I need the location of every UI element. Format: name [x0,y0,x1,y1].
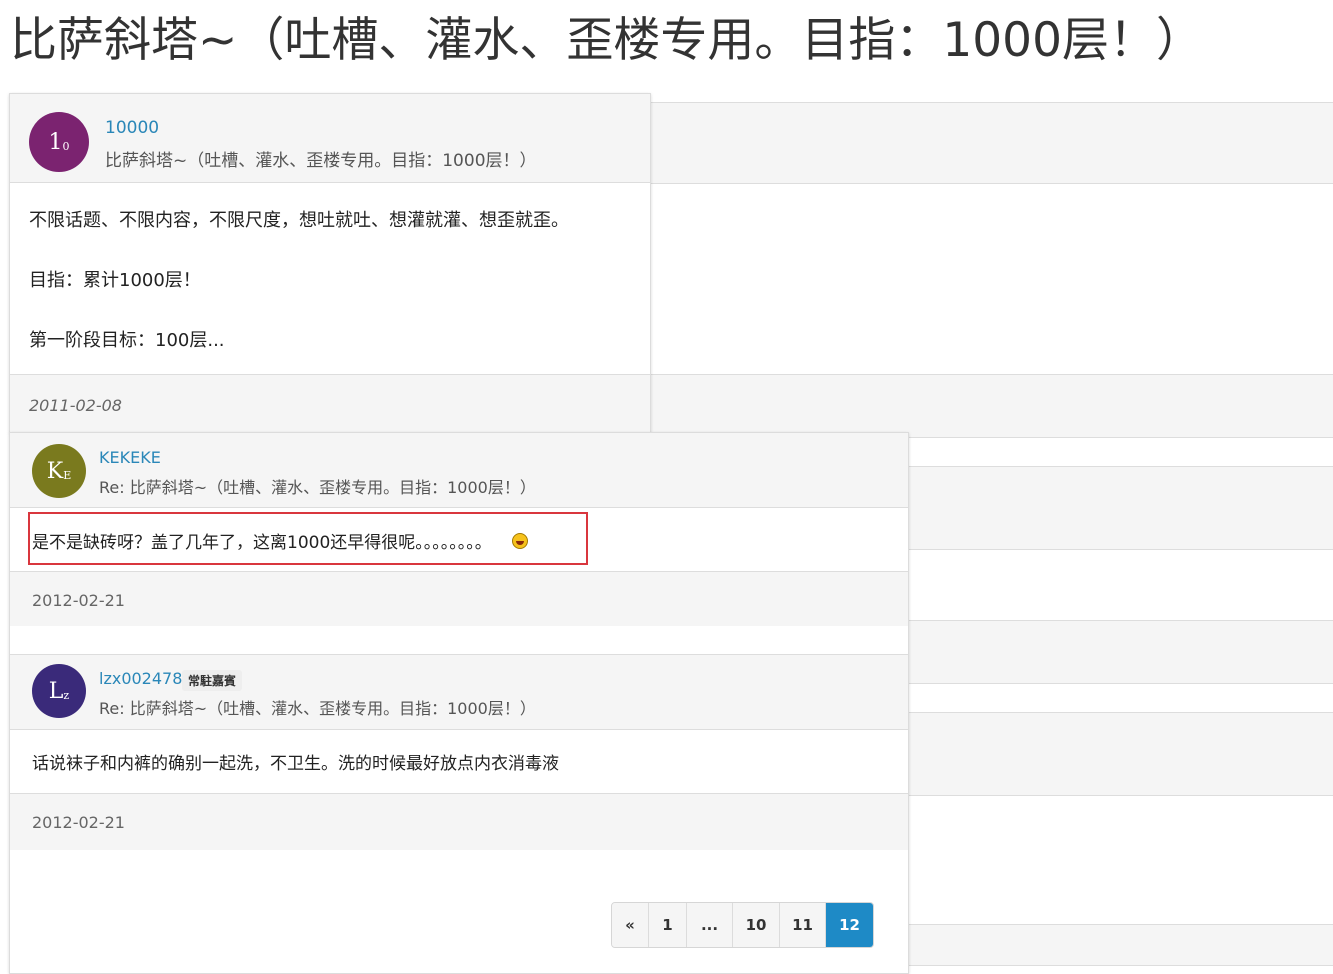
username-link[interactable]: KEKEKE [99,448,161,467]
pagination-page-11[interactable]: 11 [780,903,826,947]
avatar-initials: KE [46,458,72,484]
post-date: 2011-02-08 [29,396,122,415]
post-body-line: 不限话题、不限内容，不限尺度，想吐就吐、想灌就灌、想歪就歪。 [29,210,569,231]
post-body-line: 目指：累计1000层！ [29,270,201,291]
avatar[interactable]: Lz [32,664,86,718]
laughing-emoji-icon [512,533,528,549]
username-link[interactable]: 10000 [105,118,159,138]
background-panel-band [648,374,1333,438]
post-footer: 2012-02-21 [10,793,908,850]
post-card-reply: Lz lzx002478 常駐嘉賓 Re: 比萨斜塔~（吐槽、灌水、歪楼专用。目… [10,654,908,850]
post-subject: Re: 比萨斜塔~（吐槽、灌水、歪楼专用。目指：1000层！） [99,478,536,497]
post-body: 话说袜子和内裤的确别一起洗，不卫生。洗的时候最好放点内衣消毒液 [32,754,559,774]
post-subject: 比萨斜塔~（吐槽、灌水、歪楼专用。目指：1000层！） [105,151,537,171]
user-rank-badge: 常駐嘉賓 [182,670,243,691]
post-date: 2012-02-21 [32,591,125,610]
post-footer: 2012-02-21 [10,571,908,626]
pagination-page-12-active[interactable]: 12 [826,903,873,947]
replies-panel: KE KEKEKE Re: 比萨斜塔~（吐槽、灌水、歪楼专用。目指：1000层！… [9,432,909,974]
page-title: 比萨斜塔~（吐槽、灌水、歪楼专用。目指：1000层！） [10,13,1203,68]
post-body-line: 第一阶段目标：100层... [29,330,225,351]
post-date: 2012-02-21 [32,813,125,832]
post-footer: 2011-02-08 [10,374,650,433]
post-subject: Re: 比萨斜塔~（吐槽、灌水、歪楼专用。目指：1000层！） [99,699,536,718]
pagination-ellipsis: ... [687,903,733,947]
avatar[interactable]: KE [32,444,86,498]
background-panel-band [648,102,1333,184]
pagination-page-1[interactable]: 1 [649,903,687,947]
username-link[interactable]: lzx002478 [99,669,182,688]
post-card-original: 10 10000 比萨斜塔~（吐槽、灌水、歪楼专用。目指：1000层！） 不限话… [9,93,651,433]
pagination-prev-button[interactable]: « [612,903,649,947]
avatar[interactable]: 10 [29,112,89,172]
pagination: « 1 ... 10 11 12 [611,902,874,948]
avatar-initials: 10 [48,129,70,155]
pagination-page-10[interactable]: 10 [733,903,780,947]
post-body: 是不是缺砖呀？盖了几年了，这离1000还早得很呢。。。。。。。。 [32,533,492,553]
avatar-initials: Lz [48,678,70,704]
